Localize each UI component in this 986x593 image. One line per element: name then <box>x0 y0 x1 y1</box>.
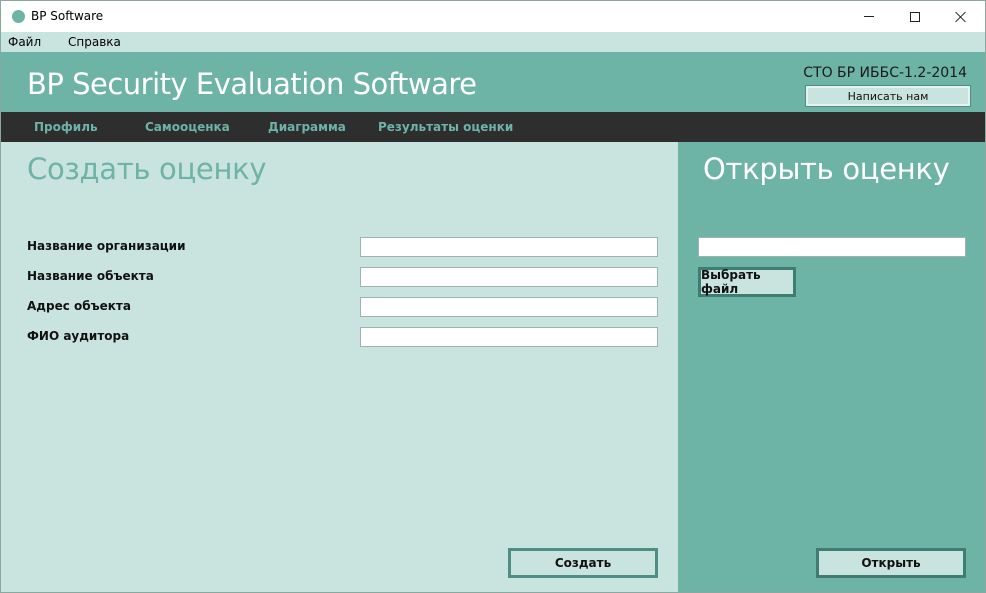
open-assessment-panel: Открыть оценку Выбрать файл Открыть <box>678 142 985 592</box>
create-assessment-panel: Создать оценку Название организации Назв… <box>1 142 678 592</box>
create-assessment-title: Создать оценку <box>27 152 267 186</box>
nav-item-self-assessment[interactable]: Самооценка <box>145 120 230 134</box>
standard-label: СТО БР ИББС-1.2-2014 <box>803 65 967 81</box>
auditor-name-input[interactable] <box>360 327 658 347</box>
choose-file-button[interactable]: Выбрать файл <box>698 267 796 297</box>
object-address-input[interactable] <box>360 297 658 317</box>
object-name-input[interactable] <box>360 267 658 287</box>
menu-bar: Файл Справка <box>1 32 985 52</box>
file-path-input[interactable] <box>698 237 966 257</box>
minimize-icon <box>864 16 874 17</box>
close-button[interactable] <box>938 1 984 32</box>
window-title: BP Software <box>31 9 104 23</box>
organization-name-label: Название организации <box>27 239 186 253</box>
menu-item-file[interactable]: Файл <box>8 35 41 49</box>
object-name-label: Название объекта <box>27 269 154 283</box>
open-button[interactable]: Открыть <box>816 548 966 578</box>
auditor-name-label: ФИО аудитора <box>27 329 130 343</box>
main-nav: Профиль Самооценка Диаграмма Результаты … <box>1 112 985 142</box>
maximize-icon <box>910 11 920 22</box>
minimize-button[interactable] <box>846 1 892 32</box>
app-window: BP Software Файл Справка BP Security Eva… <box>0 0 986 593</box>
object-address-label: Адрес объекта <box>27 299 131 313</box>
contact-us-button[interactable]: Написать нам <box>805 85 971 107</box>
nav-item-diagram[interactable]: Диаграмма <box>268 120 346 134</box>
app-header: BP Security Evaluation Software СТО БР И… <box>1 52 985 112</box>
close-icon <box>955 11 967 23</box>
menu-item-help[interactable]: Справка <box>68 35 121 49</box>
nav-item-profile[interactable]: Профиль <box>34 120 98 134</box>
app-title: BP Security Evaluation Software <box>27 67 477 101</box>
title-bar: BP Software <box>1 1 985 32</box>
organization-name-input[interactable] <box>360 237 658 257</box>
nav-item-results[interactable]: Результаты оценки <box>378 120 513 134</box>
app-icon <box>12 10 25 23</box>
open-assessment-title: Открыть оценку <box>703 152 950 186</box>
create-button[interactable]: Создать <box>508 548 658 578</box>
maximize-button[interactable] <box>892 1 938 32</box>
